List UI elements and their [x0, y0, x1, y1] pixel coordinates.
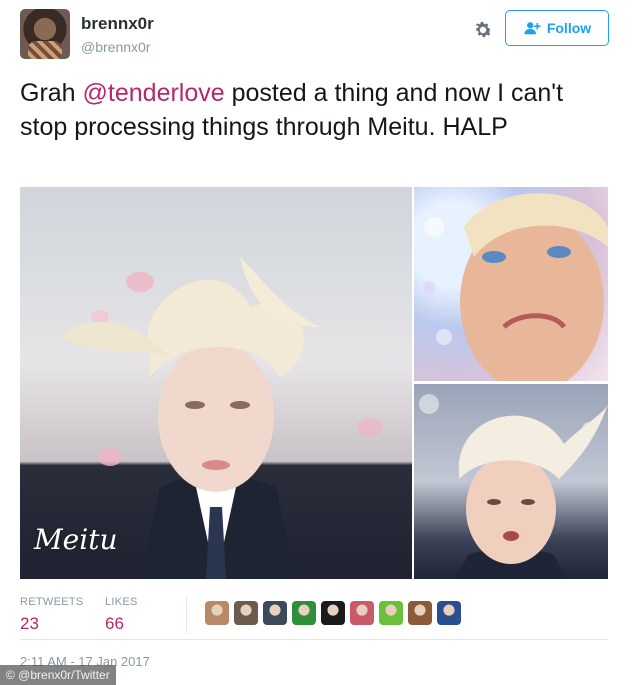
- add-user-icon: [524, 22, 541, 35]
- avatar-scarf: [28, 41, 62, 59]
- likes-count: 66: [105, 614, 124, 633]
- liker-avatar[interactable]: [263, 601, 287, 625]
- liker-avatar[interactable]: [379, 601, 403, 625]
- face-closeup-illustration: [423, 193, 608, 381]
- follow-button[interactable]: Follow: [505, 10, 609, 46]
- follow-label: Follow: [546, 20, 592, 36]
- retweets-label: RETWEETS: [20, 596, 84, 608]
- liker-avatar[interactable]: [350, 601, 374, 625]
- media-photo-bottom-right[interactable]: [414, 384, 608, 579]
- tweet-media-grid: Meitu: [20, 187, 608, 579]
- image-credit: © @brenx0r/Twitter: [0, 665, 116, 685]
- media-photo-main[interactable]: Meitu: [20, 187, 412, 579]
- tweet-text: Grah @tenderlove posted a thing and now …: [20, 76, 614, 144]
- liker-avatar[interactable]: [408, 601, 432, 625]
- gear-icon[interactable]: [472, 19, 494, 41]
- liker-avatars: [205, 601, 461, 625]
- stats-divider: [186, 597, 187, 633]
- liker-avatar[interactable]: [292, 601, 316, 625]
- retweets-stat[interactable]: RETWEETS 23: [20, 596, 84, 634]
- user-avatar[interactable]: [20, 9, 70, 59]
- user-handle[interactable]: @brennx0r: [81, 39, 150, 55]
- liker-avatar[interactable]: [205, 601, 229, 625]
- likes-stat[interactable]: LIKES 66: [105, 596, 138, 634]
- footer-divider: [20, 639, 608, 640]
- likes-label: LIKES: [105, 596, 138, 608]
- user-name[interactable]: brennx0r: [81, 14, 154, 34]
- portrait-illustration: [60, 257, 383, 579]
- tweet-mention-link[interactable]: @tenderlove: [83, 79, 225, 107]
- liker-avatar[interactable]: [321, 601, 345, 625]
- wind-hair-illustration: [419, 394, 608, 579]
- media-photo-top-right[interactable]: [414, 187, 608, 381]
- tweet-text-prefix: Grah: [20, 79, 83, 107]
- retweets-count: 23: [20, 614, 39, 633]
- meitu-watermark: Meitu: [34, 523, 118, 556]
- liker-avatar[interactable]: [437, 601, 461, 625]
- liker-avatar[interactable]: [234, 601, 258, 625]
